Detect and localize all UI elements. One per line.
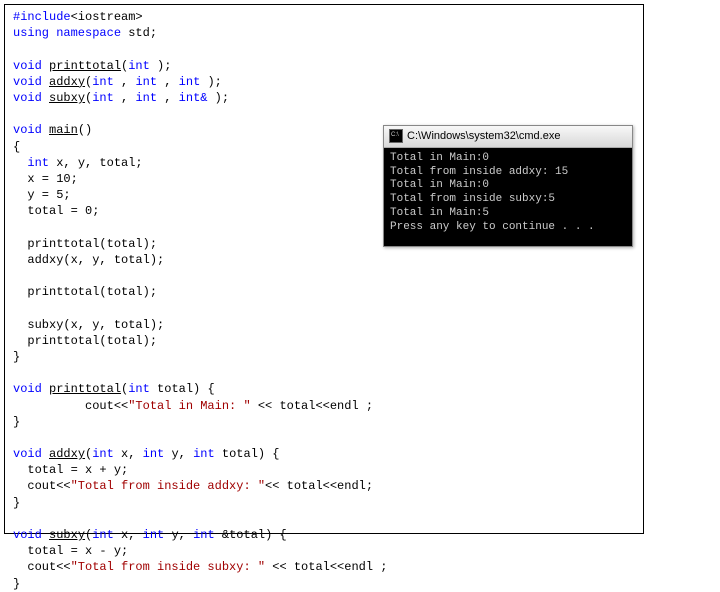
code-line: #include<iostream>: [13, 9, 635, 25]
code-line: total = x + y;: [13, 462, 635, 478]
code-line: void printtotal(int total) {: [13, 381, 635, 397]
code-line: void subxy(int x, int y, int &total) {: [13, 527, 635, 543]
code-line: cout<<"Total from inside subxy: " << tot…: [13, 559, 635, 575]
code-line: [13, 511, 635, 527]
code-line: using namespace std;: [13, 25, 635, 41]
code-line: [13, 268, 635, 284]
code-line: total = x - y;: [13, 543, 635, 559]
code-line: }: [13, 414, 635, 430]
console-titlebar[interactable]: C:\Windows\system32\cmd.exe: [384, 126, 632, 148]
code-line: void printtotal(int );: [13, 58, 635, 74]
console-output: Total in Main:0 Total from inside addxy:…: [384, 148, 632, 247]
code-line: }: [13, 495, 635, 511]
code-line: addxy(x, y, total);: [13, 252, 635, 268]
code-line: }: [13, 576, 635, 592]
code-line: [13, 300, 635, 316]
code-line: void addxy(int x, int y, int total) {: [13, 446, 635, 462]
console-title: C:\Windows\system32\cmd.exe: [407, 129, 560, 144]
code-line: printtotal(total);: [13, 284, 635, 300]
code-line: }: [13, 349, 635, 365]
code-line: printtotal(total);: [13, 333, 635, 349]
code-line: void subxy(int , int , int& );: [13, 90, 635, 106]
code-line: cout<<"Total in Main: " << total<<endl ;: [13, 398, 635, 414]
code-line: void addxy(int , int , int );: [13, 74, 635, 90]
code-line: cout<<"Total from inside addxy: "<< tota…: [13, 478, 635, 494]
console-window[interactable]: C:\Windows\system32\cmd.exe Total in Mai…: [383, 125, 633, 247]
code-line: [13, 430, 635, 446]
cmd-icon: [389, 129, 403, 143]
code-editor-pane: #include<iostream> using namespace std; …: [4, 4, 644, 534]
code-line: [13, 106, 635, 122]
code-line: [13, 365, 635, 381]
code-line: subxy(x, y, total);: [13, 317, 635, 333]
code-line: [13, 41, 635, 57]
